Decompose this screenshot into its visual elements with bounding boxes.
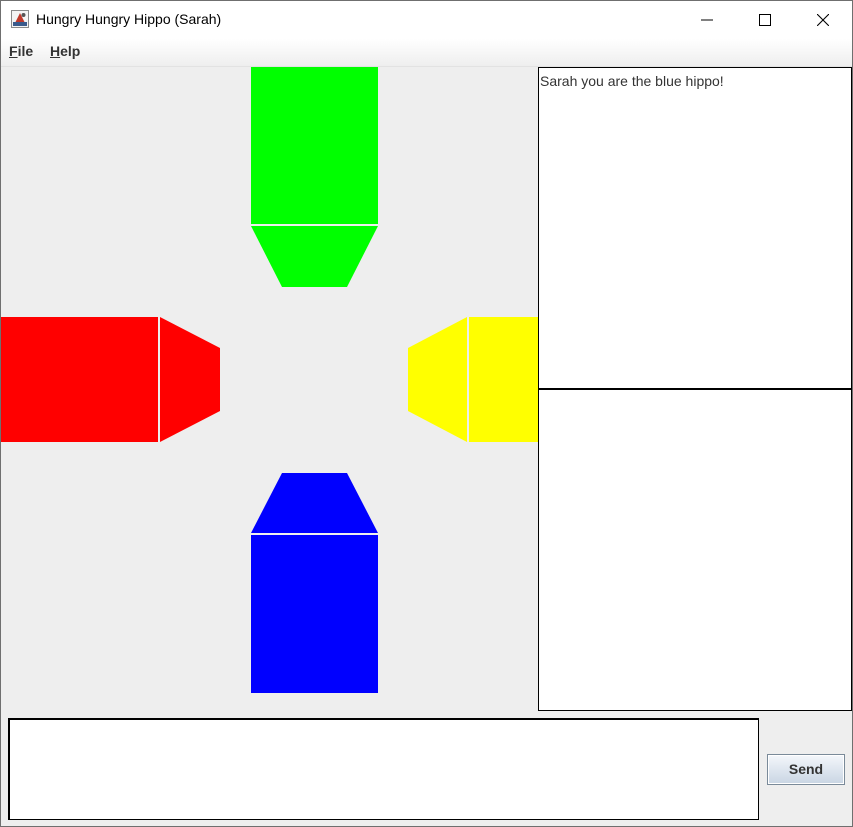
yellow-hippo-body	[469, 317, 538, 442]
java-app-icon	[11, 10, 29, 28]
chat-log[interactable]: Sarah you are the blue hippo!	[538, 67, 852, 391]
yellow-hippo	[408, 317, 538, 442]
red-hippo-head	[160, 317, 220, 442]
close-button[interactable]	[794, 1, 852, 39]
send-button[interactable]: Send	[767, 754, 845, 785]
green-hippo-body	[251, 67, 378, 224]
menu-file[interactable]: File	[9, 43, 33, 59]
menu-bar: File Help	[1, 39, 852, 67]
green-hippo	[251, 67, 378, 287]
maximize-button[interactable]	[736, 1, 794, 39]
menu-help[interactable]: Help	[50, 43, 80, 59]
blue-hippo-head	[251, 473, 378, 533]
blue-hippo	[251, 473, 378, 693]
minimize-button[interactable]	[678, 1, 736, 39]
red-hippo	[1, 317, 220, 442]
title-bar: Hungry Hungry Hippo (Sarah)	[1, 1, 852, 39]
red-hippo-body	[1, 317, 158, 442]
maximize-icon	[759, 14, 771, 26]
message-input[interactable]	[8, 718, 759, 820]
minimize-icon	[701, 19, 713, 21]
close-icon	[817, 14, 829, 26]
green-hippo-head	[251, 226, 378, 287]
game-board	[1, 67, 538, 712]
app-window: Hungry Hungry Hippo (Sarah) File Help Sa…	[0, 0, 853, 827]
blue-hippo-body	[251, 535, 378, 693]
secondary-panel[interactable]	[538, 390, 852, 711]
chat-message: Sarah you are the blue hippo!	[540, 73, 724, 89]
board-canvas	[1, 67, 538, 693]
window-title: Hungry Hungry Hippo (Sarah)	[36, 11, 222, 27]
yellow-hippo-head	[408, 317, 467, 442]
